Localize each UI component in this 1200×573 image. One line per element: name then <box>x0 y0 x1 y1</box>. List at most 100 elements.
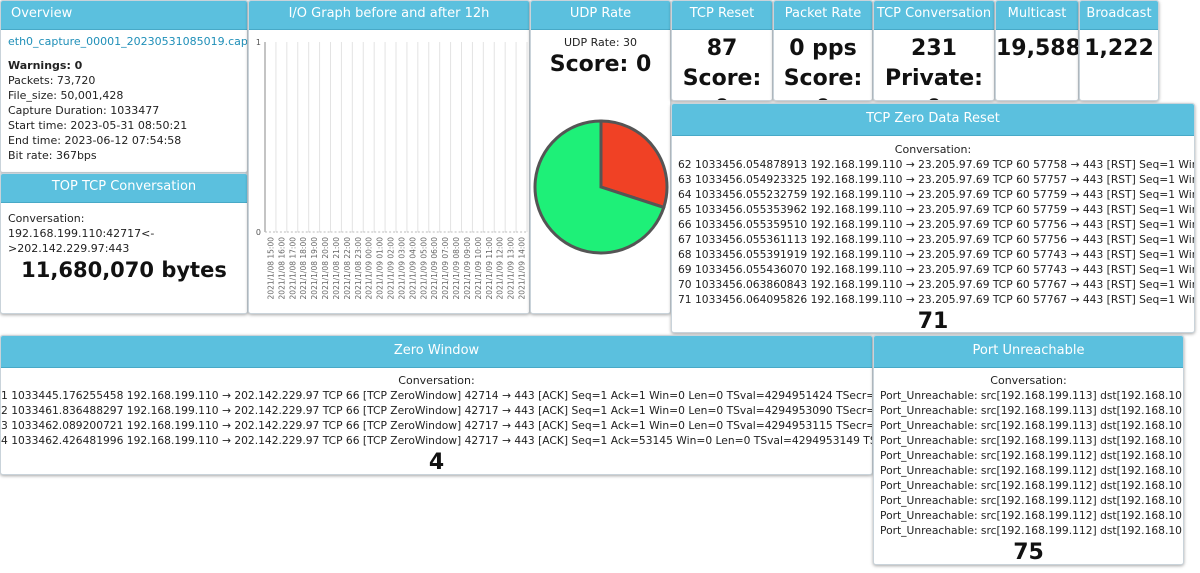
port-unreachable-count: 75 <box>1013 540 1044 565</box>
udp-rate-panel: UDP Rate UDP Rate: 30 Score: 0 <box>530 0 671 314</box>
zero-window-row: 3 1033462.089200721 192.168.199.110 → 20… <box>1 419 873 432</box>
y-tick-label: 0 <box>256 228 261 237</box>
x-tick-label: 2021/1/09 07:00 <box>441 237 450 300</box>
packet-rate-value: 0 pps <box>789 36 857 61</box>
overview-panel: Overview eth0_capture_00001_202305310850… <box>0 0 248 173</box>
port-unreachable-row: Port_Unreachable: src[192.168.199.113] d… <box>880 389 1184 402</box>
reset-row: 62 1033456.054878913 192.168.199.110 → 2… <box>678 158 1194 171</box>
x-tick-label: 2021/1/09 01:00 <box>376 237 385 300</box>
port-unreachable-row: Port_Unreachable: src[192.168.199.112] d… <box>880 449 1184 462</box>
tcp-conversation-private: Private: 0 <box>885 66 983 100</box>
port-unreachable-panel: Port Unreachable Conversation: Port_Unre… <box>873 335 1184 565</box>
x-tick-label: 2021/1/08 15:00 <box>266 237 275 300</box>
tcp-zero-data-reset-panel: TCP Zero Data Reset Conversation: 62 103… <box>671 103 1195 333</box>
port-unreachable-title: Port Unreachable <box>874 336 1183 368</box>
zero-window-panel: Zero Window Conversation: 1 1033445.1762… <box>0 335 873 475</box>
zero-window-count: 4 <box>428 450 445 475</box>
x-tick-label: 2021/1/09 14:00 <box>518 237 527 300</box>
tcp-conversation-panel: TCP Conversation 231 Private: 0 <box>873 0 995 101</box>
port-unreachable-row: Port_Unreachable: src[192.168.199.113] d… <box>880 434 1184 447</box>
reset-row: 71 1033456.064095826 192.168.199.110 → 2… <box>678 293 1194 306</box>
packet-rate-score: Score: 0 <box>783 66 863 100</box>
warnings-count: Warnings: 0 <box>8 59 83 72</box>
udp-rate-value: UDP Rate: 30 <box>563 36 638 49</box>
x-tick-label: 2021/1/08 20:00 <box>321 237 330 300</box>
x-tick-label: 2021/1/08 18:00 <box>299 237 308 300</box>
overview-line: Bit rate: 367bps <box>8 149 97 162</box>
x-tick-label: 2021/1/09 05:00 <box>419 237 428 300</box>
reset-row: 69 1033456.055436070 192.168.199.110 → 2… <box>678 263 1194 276</box>
port-unreachable-row: Port_Unreachable: src[192.168.199.112] d… <box>880 524 1184 537</box>
x-tick-label: 2021/1/09 03:00 <box>397 237 406 300</box>
port-unreachable-row: Port_Unreachable: src[192.168.199.113] d… <box>880 404 1184 417</box>
zero-window-row: 1 1033445.176255458 192.168.199.110 → 20… <box>1 389 873 402</box>
top-conversation-endpoints: 192.168.199.110:42717<->202.142.229.97:4… <box>8 227 155 255</box>
x-tick-label: 2021/1/09 12:00 <box>496 237 505 300</box>
tcp-reset-panel: TCP Reset 87 Score: 0 <box>671 0 773 101</box>
x-tick-label: 2021/1/08 21:00 <box>332 237 341 300</box>
x-tick-label: 2021/1/09 04:00 <box>408 237 417 300</box>
top-tcp-title: TOP TCP Conversation <box>1 174 247 203</box>
x-tick-label: 2021/1/09 10:00 <box>474 237 483 300</box>
reset-row: 67 1033456.055361113 192.168.199.110 → 2… <box>678 233 1194 246</box>
multicast-title: Multicast <box>996 1 1078 30</box>
y-tick-label: 1 <box>256 38 261 47</box>
conversation-label: Conversation: <box>990 374 1067 387</box>
top-tcp-conversation-panel: TOP TCP Conversation Conversation: 192.1… <box>0 173 248 314</box>
x-tick-label: 2021/1/08 22:00 <box>343 237 352 300</box>
overview-line: Start time: 2023-05-31 08:50:21 <box>8 119 188 132</box>
x-tick-label: 2021/1/08 16:00 <box>277 237 286 300</box>
reset-row: 63 1033456.054923325 192.168.199.110 → 2… <box>678 173 1194 186</box>
io-graph-panel: I/O Graph before and after 12h 1 0 2021/1/… <box>248 0 530 314</box>
udp-rate-title: UDP Rate <box>531 1 670 30</box>
top-conversation-bytes: 11,680,070 bytes <box>21 258 227 282</box>
port-unreachable-row: Port_Unreachable: src[192.168.199.112] d… <box>880 479 1184 492</box>
reset-row: 66 1033456.055359510 192.168.199.110 → 2… <box>678 218 1194 231</box>
reset-row: 68 1033456.055391919 192.168.199.110 → 2… <box>678 248 1194 261</box>
x-tick-label: 2021/1/09 09:00 <box>463 237 472 300</box>
x-tick-label: 2021/1/08 23:00 <box>354 237 363 300</box>
tcp-zero-reset-title: TCP Zero Data Reset <box>672 104 1194 136</box>
io-graph-title: I/O Graph before and after 12h <box>249 1 529 30</box>
zero-reset-count: 71 <box>917 309 949 333</box>
tcp-reset-title: TCP Reset <box>672 1 772 30</box>
x-tick-label: 2021/1/09 02:00 <box>387 237 396 300</box>
packet-rate-title: Packet Rate <box>774 1 872 30</box>
zero-window-title: Zero Window <box>1 336 872 368</box>
reset-row: 64 1033456.055232759 192.168.199.110 → 2… <box>678 188 1194 201</box>
overview-line: File_size: 50,001,428 <box>8 89 124 102</box>
reset-row: 65 1033456.055353962 192.168.199.110 → 2… <box>678 203 1194 216</box>
tcp-conversation-title: TCP Conversation <box>874 1 994 30</box>
tcp-reset-count: 87 <box>706 36 738 61</box>
zero-window-row: 2 1033461.836488297 192.168.199.110 → 20… <box>1 404 873 417</box>
port-unreachable-row: Port_Unreachable: src[192.168.199.112] d… <box>880 509 1184 522</box>
conversation-label: Conversation: <box>894 143 972 156</box>
udp-rate-pie-chart <box>533 119 669 255</box>
zero-window-row: 4 1033462.426481996 192.168.199.110 → 20… <box>1 434 872 447</box>
x-tick-label: 2021/1/09 00:00 <box>365 237 374 300</box>
x-tick-label: 2021/1/08 19:00 <box>310 237 319 300</box>
multicast-panel: Multicast 19,588 <box>995 0 1079 101</box>
conversation-label: Conversation: <box>8 212 85 225</box>
capture-file-link[interactable]: eth0_capture_00001_20230531085019.cap <box>8 35 247 48</box>
udp-score: Score: 0 <box>549 52 652 77</box>
port-unreachable-row: Port_Unreachable: src[192.168.199.112] d… <box>880 464 1184 477</box>
x-tick-label: 2021/1/09 06:00 <box>430 237 439 300</box>
overview-line: Packets: 73,720 <box>8 74 96 87</box>
tcp-reset-score: Score: 0 <box>682 66 762 100</box>
broadcast-panel: Broadcast 1,222 <box>1079 0 1159 101</box>
broadcast-title: Broadcast <box>1080 1 1158 30</box>
packet-rate-panel: Packet Rate 0 pps Score: 0 <box>773 0 873 101</box>
overview-title: Overview <box>1 1 247 30</box>
reset-row: 70 1033456.063860843 192.168.199.110 → 2… <box>678 278 1194 291</box>
overview-line: Capture Duration: 1033477 <box>8 104 160 117</box>
conversation-label: Conversation: <box>398 374 475 387</box>
port-unreachable-row: Port_Unreachable: src[192.168.199.112] d… <box>880 494 1184 507</box>
x-tick-label: 2021/1/08 17:00 <box>288 237 297 300</box>
x-tick-label: 2021/1/09 13:00 <box>507 237 516 300</box>
x-tick-label: 2021/1/09 11:00 <box>485 237 494 300</box>
multicast-count: 19,588 <box>996 36 1079 61</box>
overview-line: End time: 2023-06-12 07:54:58 <box>8 134 182 147</box>
tcp-conversation-count: 231 <box>911 36 957 61</box>
broadcast-count: 1,222 <box>1084 36 1154 61</box>
